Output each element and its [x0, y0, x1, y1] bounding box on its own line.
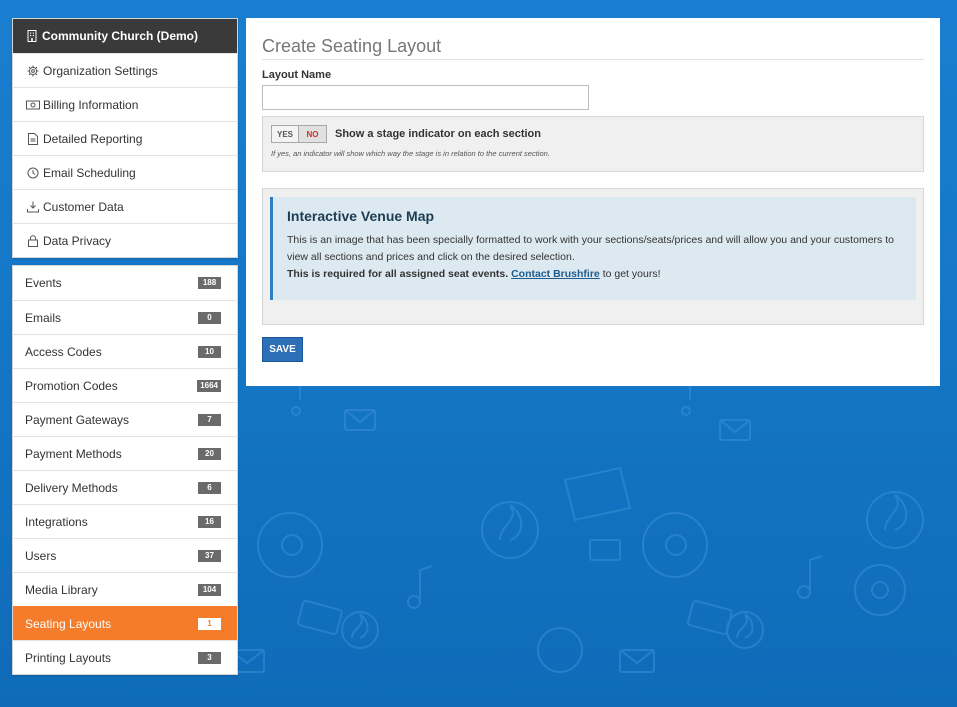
org-item-label: Detailed Reporting	[43, 131, 143, 146]
nav-item-label: Users	[25, 548, 57, 563]
nav-item-label: Promotion Codes	[25, 378, 118, 393]
count-badge: 104	[198, 583, 221, 596]
count-badge: 37	[198, 549, 221, 562]
nav-item-promotion-codes[interactable]: Promotion Codes 1664	[13, 368, 237, 402]
count-badge: 3	[198, 651, 221, 664]
nav-item-delivery-methods[interactable]: Delivery Methods 6	[13, 470, 237, 504]
count-badge: 1664	[197, 379, 221, 392]
stage-indicator-box: YES NO Show a stage indicator on each se…	[262, 116, 924, 172]
stage-indicator-label: Show a stage indicator on each section	[335, 128, 541, 140]
download-icon	[26, 201, 40, 213]
org-item-label: Data Privacy	[43, 233, 112, 248]
org-item-email-scheduling[interactable]: Email Scheduling	[13, 155, 237, 189]
page-title: Create Seating Layout	[262, 36, 924, 60]
contact-brushfire-link[interactable]: Contact Brushfire	[511, 268, 600, 280]
org-item-label: Billing Information	[43, 97, 139, 112]
nav-item-label: Payment Gateways	[25, 412, 130, 427]
nav-item-users[interactable]: Users 37	[13, 538, 237, 572]
venue-map-callout: Interactive Venue Map This is an image t…	[270, 197, 916, 300]
stage-indicator-toggle[interactable]: YES NO	[271, 125, 327, 143]
money-icon	[26, 100, 40, 110]
organization-name: Community Church (Demo)	[42, 29, 198, 43]
org-item-label: Email Scheduling	[43, 165, 136, 180]
venue-map-requirement: This is required for all assigned seat e…	[287, 268, 902, 280]
count-badge: 188	[198, 277, 221, 289]
nav-item-label: Delivery Methods	[25, 480, 118, 495]
navigation-panel: Events 188 Emails 0 Access Codes 10 Prom…	[12, 265, 238, 675]
org-item-data-privacy[interactable]: Data Privacy	[13, 223, 237, 257]
venue-map-box: Interactive Venue Map This is an image t…	[262, 188, 924, 325]
org-item-detailed-reporting[interactable]: Detailed Reporting	[13, 121, 237, 155]
clock-icon	[26, 167, 40, 179]
nav-item-access-codes[interactable]: Access Codes 10	[13, 334, 237, 368]
layout-name-input[interactable]	[262, 85, 589, 110]
org-item-customer-data[interactable]: Customer Data	[13, 189, 237, 223]
nav-item-printing-layouts[interactable]: Printing Layouts 3	[13, 640, 237, 674]
nav-item-emails[interactable]: Emails 0	[13, 300, 237, 334]
layout-name-label: Layout Name	[262, 69, 332, 81]
nav-item-payment-gateways[interactable]: Payment Gateways 7	[13, 402, 237, 436]
nav-item-events[interactable]: Events 188	[13, 266, 237, 300]
nav-item-media-library[interactable]: Media Library 104	[13, 572, 237, 606]
requirement-text: This is required for all assigned seat e…	[287, 268, 509, 280]
document-icon	[26, 132, 40, 145]
count-badge: 6	[198, 481, 221, 494]
nav-item-label: Printing Layouts	[25, 650, 112, 665]
main-content: Create Seating Layout Layout Name YES NO…	[246, 18, 940, 386]
count-badge: 20	[198, 447, 221, 460]
org-item-organization-settings[interactable]: Organization Settings	[13, 53, 237, 87]
nav-item-label: Media Library	[25, 582, 98, 597]
org-item-billing-information[interactable]: Billing Information	[13, 87, 237, 121]
organization-panel: Community Church (Demo) Organization Set…	[12, 18, 238, 258]
building-icon	[27, 30, 37, 42]
org-item-label: Organization Settings	[43, 63, 158, 78]
nav-item-label: Integrations	[25, 514, 88, 529]
nav-item-label: Access Codes	[25, 344, 102, 359]
lock-icon	[26, 234, 40, 247]
toggle-no[interactable]: NO	[299, 126, 326, 142]
venue-map-description: This is an image that has been specially…	[287, 234, 894, 263]
gear-icon	[26, 65, 40, 77]
toggle-yes[interactable]: YES	[272, 126, 299, 142]
count-badge: 0	[198, 311, 221, 324]
nav-item-label: Payment Methods	[25, 446, 122, 461]
nav-item-integrations[interactable]: Integrations 16	[13, 504, 237, 538]
nav-item-label: Events	[25, 276, 62, 290]
save-button[interactable]: SAVE	[262, 337, 303, 362]
nav-item-seating-layouts[interactable]: Seating Layouts 1	[13, 606, 237, 640]
count-badge: 1	[198, 617, 221, 630]
requirement-tail: to get yours!	[602, 268, 661, 280]
nav-item-label: Seating Layouts	[25, 616, 112, 631]
count-badge: 16	[198, 515, 221, 528]
count-badge: 10	[198, 345, 221, 358]
org-item-label: Customer Data	[43, 199, 124, 214]
count-badge: 7	[198, 413, 221, 426]
nav-item-label: Emails	[25, 310, 62, 325]
stage-indicator-hint: If yes, an indicator will show which way…	[271, 149, 550, 158]
organization-header[interactable]: Community Church (Demo)	[13, 19, 237, 53]
venue-map-title: Interactive Venue Map	[287, 208, 435, 224]
nav-item-payment-methods[interactable]: Payment Methods 20	[13, 436, 237, 470]
